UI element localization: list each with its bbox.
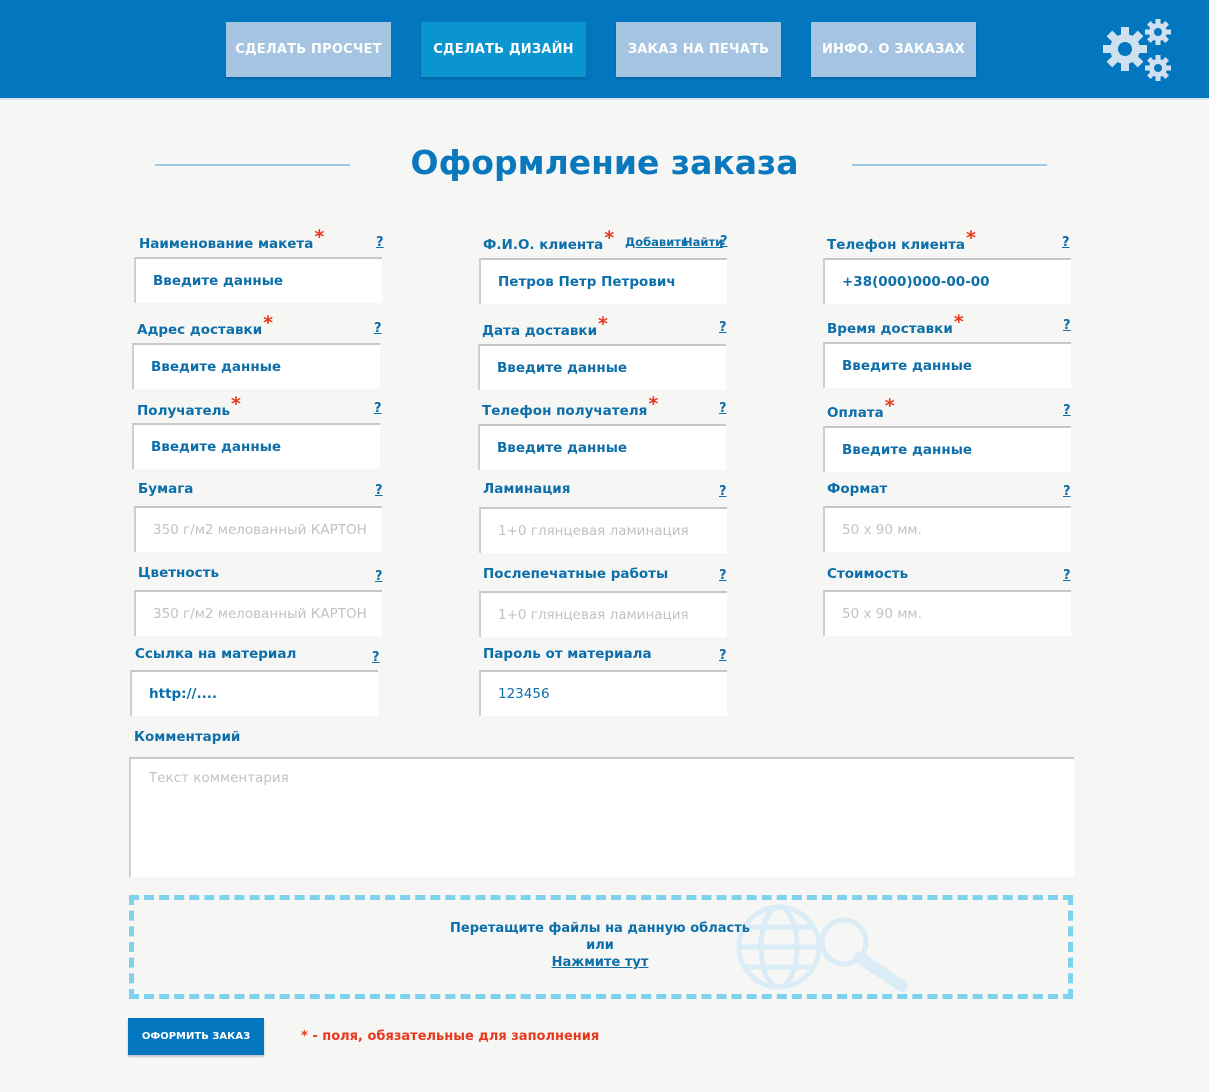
format-input[interactable]: 50 х 90 мм. [823,506,1071,552]
postpress-label: Послепечатные работы [483,566,669,582]
required-mark: * [231,393,241,415]
delivery-address-label: Адрес доставки* [137,312,274,338]
recipient-phone-label: Телефон получателя* [482,393,659,419]
layout-name-label: Наименование макета* [139,226,325,252]
format-help-icon[interactable]: ? [1063,484,1071,499]
cost-help-icon[interactable]: ? [1063,568,1071,583]
submit-order-button[interactable]: ОФОРМИТЬ ЗАКАЗ [128,1018,264,1055]
add-client-link[interactable]: Добавить [625,235,688,249]
client-phone-help-icon[interactable]: ? [1062,235,1070,250]
required-mark: * [966,227,976,249]
recipient-input[interactable]: Введите данные [132,423,380,469]
client-name-label: Ф.И.О. клиента* [483,227,615,253]
required-mark: * [953,311,964,333]
delivery-date-help-icon[interactable]: ? [719,320,727,335]
required-mark: * [648,393,659,415]
postpress-help-icon[interactable]: ? [719,568,727,583]
recipient-phone-help-icon[interactable]: ? [719,401,727,416]
nav-calculate-button[interactable]: СДЕЛАТЬ ПРОСЧЕТ [226,22,391,77]
comment-textarea[interactable]: Текст комментария [129,757,1074,877]
cost-input[interactable]: 50 х 90 мм. [823,590,1071,636]
paper-label: Бумага [138,481,194,497]
material-link-input[interactable]: http://.... [130,670,378,716]
client-name-help-icon[interactable]: ? [720,234,728,249]
required-mark: * [314,226,325,248]
color-input[interactable]: 350 г/м2 мелованный КАРТОН [134,590,382,636]
layout-name-help-icon[interactable]: ? [376,235,384,250]
title-divider-right [852,164,1047,166]
comment-label: Комментарий [134,729,241,745]
nav-order-info-button[interactable]: ИНФО. О ЗАКАЗАХ [811,22,976,77]
layout-name-input[interactable]: Введите данные [134,257,382,303]
payment-input[interactable]: Введите данные [823,426,1071,472]
find-client-link[interactable]: Найти [683,235,723,249]
lamination-label: Ламинация [483,481,571,497]
top-navigation-bar: СДЕЛАТЬ ПРОСЧЕТ СДЕЛАТЬ ДИЗАЙН ЗАКАЗ НА … [0,0,1209,100]
delivery-address-input[interactable]: Введите данные [132,343,380,389]
paper-help-icon[interactable]: ? [375,483,383,498]
dropzone-line2: или [586,938,614,953]
dropzone-click-link[interactable]: Нажмите тут [552,955,649,970]
required-mark: * [263,312,274,334]
format-label: Формат [827,481,888,497]
nav-design-button[interactable]: СДЕЛАТЬ ДИЗАЙН [421,22,586,77]
dropzone-line1: Перетащите файлы на данную область [450,921,750,936]
cost-label: Стоимость [827,566,909,582]
payment-label: Оплата* [827,395,895,421]
delivery-address-help-icon[interactable]: ? [374,321,382,336]
delivery-date-label: Дата доставки* [482,313,608,339]
client-phone-label: Телефон клиента* [827,227,976,253]
page-title: Оформление заказа [410,143,799,182]
recipient-phone-input[interactable]: Введите данные [478,424,726,470]
material-password-help-icon[interactable]: ? [719,648,727,663]
delivery-time-input[interactable]: Введите данные [823,342,1071,388]
required-mark: * [884,395,895,417]
lamination-help-icon[interactable]: ? [719,484,727,499]
dropzone-instructions: Перетащите файлы на данную область или Н… [0,920,1200,971]
lamination-input[interactable]: 1+0 глянцевая ламинация [479,507,727,553]
nav-print-order-button[interactable]: ЗАКАЗ НА ПЕЧАТЬ [616,22,781,77]
material-link-help-icon[interactable]: ? [372,650,380,665]
postpress-input[interactable]: 1+0 глянцевая ламинация [479,591,727,637]
required-mark: * [604,227,615,249]
color-label: Цветность [138,565,220,581]
delivery-date-input[interactable]: Введите данные [478,344,726,390]
recipient-label: Получатель* [137,393,241,419]
required-fields-note: * - поля, обязательные для заполнения [301,1029,600,1044]
delivery-time-label: Время доставки* [827,311,964,337]
settings-gears-icon[interactable] [1098,16,1176,84]
delivery-time-help-icon[interactable]: ? [1063,318,1071,333]
recipient-help-icon[interactable]: ? [374,401,382,416]
paper-input[interactable]: 350 г/м2 мелованный КАРТОН [134,506,382,552]
payment-help-icon[interactable]: ? [1063,403,1071,418]
required-mark: * [598,313,608,335]
material-password-label: Пароль от материала [483,646,652,662]
client-name-input[interactable]: Петров Петр Петрович [479,258,727,304]
material-link-label: Ссылка на материал [135,646,297,662]
client-phone-input[interactable]: +38(000)000-00-00 [823,258,1071,304]
color-help-icon[interactable]: ? [375,569,383,584]
material-password-input[interactable]: 123456 [479,670,727,716]
